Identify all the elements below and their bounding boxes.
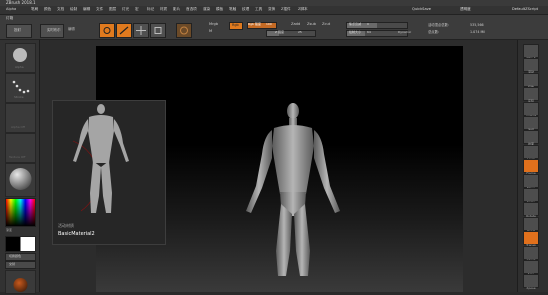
quicksave-button[interactable]: QuickSave <box>412 7 431 12</box>
zcut-toggle[interactable]: Zcut <box>322 22 330 27</box>
edit-icon <box>103 27 111 34</box>
z-intensity-slider[interactable] <box>266 30 316 37</box>
stroke-slot[interactable]: Stroke <box>5 73 36 103</box>
alpha-off-slot[interactable]: Alpha Off <box>5 103 36 133</box>
active-material-caption: 活动材质 <box>58 223 74 228</box>
material-preview-popup: 活动材质 BasicMaterial2 <box>52 100 166 245</box>
draw-icon <box>119 26 129 35</box>
switch-color-button[interactable]: 切换颜色 <box>5 253 36 261</box>
rgb-toggle[interactable]: Rgb <box>229 22 243 30</box>
alternate-button[interactable]: 交替 <box>5 261 36 269</box>
focal-shift-label: 焦点衰减 <box>349 22 362 26</box>
menu-item[interactable]: 灯光 <box>122 7 129 12</box>
menu-item[interactable]: 笔刷 <box>31 7 38 12</box>
menu-item[interactable]: 纹理 <box>242 7 249 12</box>
draw-mode-button[interactable] <box>116 23 132 38</box>
projection-master-button[interactable]: 投射 <box>6 24 32 38</box>
menu-item[interactable]: 渲染 <box>203 7 210 12</box>
rotate-icon <box>180 26 188 35</box>
active-points-label: 活动顶点总数: <box>428 23 449 27</box>
sphere-icon <box>13 278 28 292</box>
material-name: BasicMaterial2 <box>58 231 95 237</box>
menu-item[interactable]: 首选项 <box>186 7 197 12</box>
menu-item[interactable]: 材质 <box>160 7 167 12</box>
total-points-value: 1.074 Mil <box>470 30 486 34</box>
main-secondary-color[interactable] <box>5 236 36 252</box>
menu-item[interactable]: 模板 <box>216 7 223 12</box>
default-script-button[interactable]: DefaultZScript <box>512 7 538 12</box>
menu-item[interactable]: 颜色 <box>44 7 51 12</box>
right-gutter <box>463 40 517 292</box>
material-sphere-icon <box>9 168 32 190</box>
rgb-intensity-value: 100 <box>266 22 272 26</box>
z-intensity-value: 25 <box>298 30 302 34</box>
mrgb-toggle[interactable]: Mrgb <box>209 22 218 27</box>
texture-off-slot[interactable]: Texture Off <box>5 133 36 163</box>
menu-item[interactable]: 标记 <box>147 7 154 12</box>
menu-item[interactable]: 图层 <box>109 7 116 12</box>
edit-mode-button[interactable] <box>99 23 115 38</box>
color-picker[interactable] <box>5 198 36 227</box>
menu-item[interactable]: 笔触 <box>229 7 236 12</box>
menu-item[interactable]: 工具 <box>255 7 262 12</box>
scale-icon <box>154 27 162 34</box>
shelf-note: 编辑 <box>68 27 75 31</box>
live-boolean-button[interactable]: 实时布尔 <box>40 24 64 38</box>
light-box-button[interactable]: 灯箱 <box>6 16 13 21</box>
app-title: ZBrush 2018.1 <box>6 0 36 5</box>
menu-item[interactable]: Z插件 <box>281 7 291 12</box>
z-intensity-label: Z 强度 <box>275 30 285 34</box>
active-points-value: 535,566 <box>470 23 484 27</box>
gradient-label: 渐变 <box>6 228 13 232</box>
menu-item[interactable]: 变换 <box>268 7 275 12</box>
dynamic-toggle[interactable]: Dynamic <box>398 31 411 34</box>
right-tray-button-label: Xpose <box>526 286 536 291</box>
focal-shift-value: 0 <box>367 22 369 26</box>
alpha-slot[interactable]: Alpha <box>5 43 36 73</box>
move-mode-button[interactable] <box>133 23 149 38</box>
menu-item[interactable]: 编辑 <box>83 7 90 12</box>
rgb-intensity-label: Rgb 强度 <box>248 22 261 26</box>
transparency-label[interactable]: 透明度 <box>460 7 471 12</box>
scale-mode-button[interactable] <box>150 23 166 38</box>
draw-size-label: 绘制大小 <box>349 30 362 34</box>
zadd-toggle[interactable]: Zadd <box>291 22 300 27</box>
zsub-toggle[interactable]: Zsub <box>307 22 316 27</box>
menu-item[interactable]: 绘制 <box>70 7 77 12</box>
material-slot[interactable] <box>5 163 36 197</box>
move-icon <box>136 26 146 35</box>
rotate-mode-button[interactable] <box>176 23 192 38</box>
extra-material-slot[interactable] <box>5 270 36 294</box>
menu-item[interactable]: Z脚本 <box>298 7 308 12</box>
menu-item[interactable]: Alpha <box>6 7 16 12</box>
menu-item[interactable]: 宏 <box>135 7 139 12</box>
menu-item[interactable]: 影片 <box>173 7 180 12</box>
menu-item[interactable]: 文档 <box>57 7 64 12</box>
draw-size-value: 64 <box>367 30 371 34</box>
menu-item[interactable]: 文件 <box>96 7 103 12</box>
total-points-label: 总点数: <box>428 30 440 34</box>
m-toggle[interactable]: M <box>209 29 212 34</box>
